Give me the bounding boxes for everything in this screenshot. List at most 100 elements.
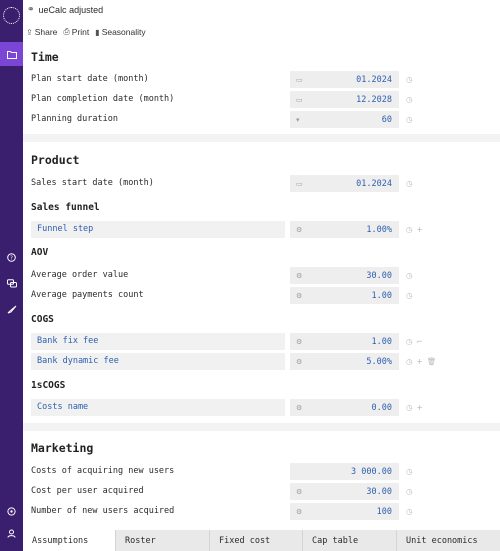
row-actions: ◷ + — [406, 221, 423, 238]
toolbar: ⇪ Share ⎙ Print ▮ Seasonality — [23, 22, 500, 42]
row-actions: ◷ + — [406, 399, 423, 416]
section-divider — [23, 134, 500, 142]
print-button[interactable]: ⎙ Print — [63, 27, 89, 37]
section-divider — [23, 423, 500, 431]
add-icon[interactable]: + — [417, 403, 423, 412]
gear-icon: ⚙ — [296, 271, 303, 280]
field-value: 01.2024 — [356, 74, 392, 85]
row-label: Plan completion date (month) — [31, 94, 175, 104]
row-label: Cost per user acquired — [31, 486, 144, 496]
gear-icon: ⚙ — [296, 357, 303, 366]
gear-icon: ⚙ — [296, 337, 303, 346]
funnel-step-name-field[interactable]: Funnel step — [31, 221, 285, 238]
field-value: 60 — [381, 114, 392, 125]
row-actions: ◷ — [406, 175, 413, 192]
row-label: Planning duration — [31, 114, 118, 124]
row-label: Average payments count — [31, 290, 144, 300]
help-icon[interactable]: ? — [0, 249, 23, 265]
field-value: 30.00 — [366, 486, 392, 497]
tab-unit-economics[interactable]: Unit economics — [397, 530, 500, 551]
clock-icon[interactable]: ◷ — [406, 357, 413, 366]
clock-icon[interactable]: ◷ — [406, 179, 413, 188]
field-value: 12.2028 — [356, 94, 392, 105]
costs-name-field[interactable]: Costs name — [31, 399, 285, 416]
subsection-title-1scogs: 1sCOGS — [31, 380, 66, 391]
seasonality-button[interactable]: ▮ Seasonality — [95, 27, 145, 37]
field-value: 30.00 — [366, 270, 392, 281]
row-actions: ◷ — [406, 287, 413, 304]
print-label: Print — [71, 27, 90, 37]
clock-icon[interactable]: ◷ — [406, 467, 413, 476]
planning-duration-field[interactable]: ▾ 60 — [290, 111, 399, 128]
cogs-name-field[interactable]: Bank dynamic fee — [31, 353, 285, 370]
tab-roster[interactable]: Roster — [116, 530, 210, 551]
average-order-value-field[interactable]: ⚙ 30.00 — [290, 267, 399, 284]
plan-completion-date-field[interactable]: ▭ 12.2028 — [290, 91, 399, 108]
clock-icon[interactable]: ◷ — [406, 225, 413, 234]
trash-icon[interactable]: 🗑 — [427, 357, 437, 366]
row-label: Plan start date (month) — [31, 74, 149, 84]
section-title-time: Time — [31, 50, 59, 64]
new-users-field[interactable]: ⚙ 100 — [290, 503, 399, 520]
folder-icon[interactable] — [0, 46, 23, 62]
row-label: Sales start date (month) — [31, 178, 154, 188]
chat-icon[interactable] — [0, 275, 23, 291]
field-value: 1.00% — [366, 224, 392, 235]
acquisition-costs-field[interactable]: 3 000.00 — [290, 463, 399, 480]
window-title: ueCalc adjusted — [38, 5, 104, 15]
subsection-title-cogs: COGS — [31, 314, 54, 325]
user-icon[interactable] — [0, 525, 23, 541]
field-value: 0.00 — [371, 402, 392, 413]
row-actions: ◷ — [406, 267, 413, 284]
row-actions: ◷ — [406, 483, 413, 500]
clock-icon[interactable]: ◷ — [406, 337, 413, 346]
row-actions: ◷ — [406, 463, 413, 480]
logo-icon[interactable] — [3, 7, 20, 24]
link-icon: ⚭ — [27, 5, 35, 15]
field-value: 3 000.00 — [351, 466, 392, 477]
tab-fixed-cost[interactable]: Fixed cost — [210, 530, 303, 551]
add-icon[interactable]: + — [417, 225, 423, 234]
funnel-step-value-field[interactable]: ⚙ 1.00% — [290, 221, 399, 238]
clock-icon[interactable]: ◷ — [406, 291, 413, 300]
field-value: 1.00 — [371, 290, 392, 301]
cogs-name-field[interactable]: Bank fix fee — [31, 333, 285, 350]
clock-icon[interactable]: ◷ — [406, 403, 413, 412]
clock-icon[interactable]: ◷ — [406, 507, 413, 516]
tab-cap-table[interactable]: Cap table — [303, 530, 397, 551]
clock-icon[interactable]: ◷ — [406, 487, 413, 496]
row-label: Costs of acquiring new users — [31, 466, 175, 476]
plan-start-date-field[interactable]: ▭ 01.2024 — [290, 71, 399, 88]
gear-icon: ⚙ — [296, 487, 303, 496]
clock-icon[interactable]: ◷ — [406, 271, 413, 280]
cost-per-user-field[interactable]: ⚙ 30.00 — [290, 483, 399, 500]
share-button[interactable]: ⇪ Share — [26, 27, 57, 37]
bank-dynamic-fee-field[interactable]: ⚙ 5.00% — [290, 353, 399, 370]
bar-chart-icon: ▮ — [95, 27, 100, 37]
bottom-tab-bar: Assumptions Roster Fixed cost Cap table … — [23, 530, 500, 551]
row-actions: ◷ — [406, 71, 413, 88]
share-label: Share — [34, 27, 58, 37]
sidebar: ? — [0, 0, 23, 551]
tab-assumptions[interactable]: Assumptions — [23, 530, 116, 551]
rocket-icon[interactable] — [0, 301, 23, 317]
row-actions: ◷ — [406, 111, 413, 128]
subsection-title-sales-funnel: Sales funnel — [31, 202, 100, 213]
costs-value-field[interactable]: ⚙ 0.00 — [290, 399, 399, 416]
clock-icon[interactable]: ◷ — [406, 75, 413, 84]
average-payments-count-field[interactable]: ⚙ 1.00 — [290, 287, 399, 304]
section-title-product: Product — [31, 153, 80, 167]
row-label: Average order value — [31, 270, 129, 280]
calendar-icon: ▭ — [296, 179, 303, 188]
add-icon[interactable]: + — [417, 357, 423, 366]
gear-icon: ⚙ — [296, 403, 303, 412]
clock-icon[interactable]: ◷ — [406, 115, 413, 124]
clock-icon[interactable]: ◷ — [406, 95, 413, 104]
settings-icon[interactable] — [0, 503, 23, 519]
assumptions-panel: Time Plan start date (month) ▭ 01.2024 ◷… — [23, 42, 500, 530]
sort-icon[interactable]: ⌐ — [417, 337, 423, 346]
sales-start-date-field[interactable]: ▭ 01.2024 — [290, 175, 399, 192]
field-value: 5.00% — [366, 356, 392, 367]
field-value: 100 — [376, 506, 392, 517]
bank-fix-fee-field[interactable]: ⚙ 1.00 — [290, 333, 399, 350]
